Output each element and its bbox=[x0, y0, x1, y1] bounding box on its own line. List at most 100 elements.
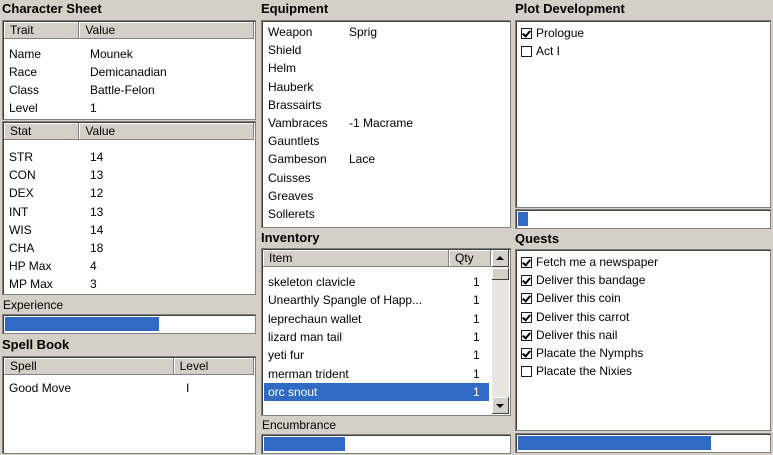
trait-name: Name bbox=[9, 47, 42, 61]
trait-column-header[interactable]: Trait bbox=[4, 22, 80, 39]
equipment-list[interactable]: Weapon Sprig Shield Helm Hauberk Brassairts Va… bbox=[261, 20, 511, 228]
inventory-item-name: yeti fur bbox=[268, 348, 305, 363]
stat-name: HP Max bbox=[9, 259, 52, 274]
stat-column-header[interactable]: Stat bbox=[4, 123, 80, 140]
quest-item[interactable]: Fetch me a newspaper bbox=[521, 253, 658, 271]
stat-value: 14 bbox=[90, 150, 104, 164]
scroll-down-button[interactable] bbox=[492, 397, 509, 414]
quest-item-label: Placate the Nixies bbox=[536, 364, 633, 379]
quest-item[interactable]: Deliver this carrot bbox=[521, 308, 629, 326]
stat-name: CHA bbox=[9, 241, 35, 255]
checkbox-icon[interactable] bbox=[521, 28, 532, 39]
spell-row[interactable]: Good Move I bbox=[9, 379, 189, 397]
trait-name: Level bbox=[9, 101, 38, 115]
scroll-up-button[interactable] bbox=[492, 250, 509, 267]
inventory-item-qty: 1 bbox=[473, 293, 480, 308]
quest-item[interactable]: Deliver this nail bbox=[521, 326, 617, 344]
equipment-row[interactable]: Vambraces -1 Macrame bbox=[268, 114, 413, 132]
inventory-row[interactable]: leprechaun wallet 1 bbox=[264, 310, 489, 328]
quests-title: Quests bbox=[515, 231, 560, 246]
level-column-header[interactable]: Level bbox=[173, 358, 254, 375]
quest-item-label: Deliver this carrot bbox=[536, 309, 630, 324]
inventory-row[interactable]: skeleton clavicle 1 bbox=[264, 273, 489, 291]
plot-title: Plot Development bbox=[515, 1, 625, 16]
inventory-row[interactable]: orc snout 1 bbox=[264, 382, 489, 401]
inventory-row[interactable]: Unearthly Spangle of Happ... 1 bbox=[264, 291, 489, 309]
quest-list[interactable]: Fetch me a newspaper Deliver this bandage… bbox=[515, 249, 771, 431]
spell-level: I bbox=[186, 381, 190, 395]
scroll-thumb[interactable] bbox=[492, 268, 509, 280]
quest-item[interactable]: Placate the Nixies bbox=[521, 362, 632, 380]
trait-row[interactable]: Name Mounek bbox=[9, 45, 133, 63]
equipment-item: -1 Macrame bbox=[349, 116, 414, 130]
inventory-row[interactable]: lizard man tail 1 bbox=[264, 328, 489, 346]
experience-bar bbox=[2, 314, 256, 334]
equipment-row[interactable]: Weapon Sprig bbox=[268, 23, 377, 41]
stat-row[interactable]: INT 13 bbox=[9, 203, 103, 221]
qty-column-header[interactable]: Qty bbox=[449, 250, 491, 267]
stat-row[interactable]: WIS 14 bbox=[9, 221, 103, 239]
plot-list[interactable]: Prologue Act I bbox=[515, 20, 771, 208]
equipment-row[interactable]: Helm bbox=[268, 59, 349, 77]
spell-list[interactable]: Spell Level Good Move I bbox=[2, 356, 256, 454]
inventory-row[interactable]: merman trident 1 bbox=[264, 365, 489, 383]
value-column-header[interactable]: Value bbox=[79, 22, 254, 39]
checkbox-icon[interactable] bbox=[521, 293, 532, 305]
item-column-header[interactable]: Item bbox=[263, 250, 449, 267]
equipment-title: Equipment bbox=[261, 1, 329, 16]
equipment-row[interactable]: Gambeson Lace bbox=[268, 150, 375, 168]
equipment-row[interactable]: Brassairts bbox=[268, 96, 349, 114]
stat-value: 13 bbox=[90, 168, 104, 183]
quest-item-label: Deliver this nail bbox=[536, 327, 618, 342]
trait-row[interactable]: Level 1 bbox=[9, 99, 97, 117]
equipment-row[interactable]: Cuisses bbox=[268, 169, 349, 187]
checkbox-icon[interactable] bbox=[521, 275, 532, 287]
quest-item[interactable]: Deliver this bandage bbox=[521, 271, 645, 289]
stat-row[interactable]: HP Max 4 bbox=[9, 257, 97, 275]
stat-value: 12 bbox=[90, 186, 104, 201]
spell-column-header[interactable]: Spell bbox=[4, 358, 174, 375]
quest-progress-fill bbox=[518, 436, 711, 450]
checkbox-icon[interactable] bbox=[521, 329, 532, 341]
equipment-item: Lace bbox=[349, 152, 376, 167]
stat-name: INT bbox=[9, 204, 29, 219]
equipment-slot: Cuisses bbox=[268, 170, 311, 185]
equipment-row[interactable]: Gauntlets bbox=[268, 132, 349, 150]
inventory-list[interactable]: Item Qty skeleton clavicle 1 Unearthly Spa… bbox=[261, 248, 511, 416]
checkbox-icon[interactable] bbox=[521, 348, 532, 359]
checkbox-icon[interactable] bbox=[521, 46, 532, 57]
left-column: Character Sheet Trait Value Name Mounek Ra… bbox=[0, 0, 258, 454]
stat-row[interactable]: DEX 12 bbox=[9, 184, 103, 202]
checkbox-icon[interactable] bbox=[521, 257, 532, 268]
inventory-item-qty: 1 bbox=[473, 366, 480, 381]
equipment-slot: Vambraces bbox=[268, 116, 328, 130]
stats-list[interactable]: Stat Value STR 14 CON 13 DEX 12 INT 13 WIS 14 CHA 1… bbox=[2, 121, 256, 295]
inventory-item-name: skeleton clavicle bbox=[268, 275, 356, 289]
equipment-row[interactable]: Sollerets bbox=[268, 205, 349, 223]
equipment-row[interactable]: Hauberk bbox=[268, 78, 349, 96]
checkbox-icon[interactable] bbox=[521, 311, 532, 323]
plot-progress-bar bbox=[515, 209, 771, 229]
trait-row[interactable]: Race Demicanadian bbox=[9, 63, 167, 81]
plot-act[interactable]: Act I bbox=[521, 42, 560, 60]
equipment-row[interactable]: Shield bbox=[268, 41, 349, 59]
stat-row[interactable]: MP Max 3 bbox=[9, 275, 97, 293]
trait-row[interactable]: Class Battle-Felon bbox=[9, 81, 155, 99]
stat-row[interactable]: CON 13 bbox=[9, 166, 103, 184]
inventory-row[interactable]: yeti fur 1 bbox=[264, 346, 489, 364]
equipment-row[interactable]: Greaves bbox=[268, 187, 349, 205]
stat-value-column-header[interactable]: Value bbox=[79, 123, 254, 140]
stat-name: CON bbox=[9, 168, 36, 183]
inventory-item-qty: 1 bbox=[473, 311, 480, 326]
inventory-item-name: merman trident bbox=[268, 366, 349, 381]
checkbox-icon[interactable] bbox=[521, 366, 532, 378]
stat-row[interactable]: STR 14 bbox=[9, 148, 103, 166]
quest-item[interactable]: Placate the Nymphs bbox=[521, 344, 643, 362]
quest-item[interactable]: Deliver this coin bbox=[521, 289, 621, 307]
stat-row[interactable]: CHA 18 bbox=[9, 239, 103, 257]
traits-list[interactable]: Trait Value Name Mounek Race Demicanadian Cl… bbox=[2, 20, 256, 120]
stat-name: STR bbox=[9, 150, 33, 164]
plot-act-label: Act I bbox=[536, 44, 561, 58]
plot-act[interactable]: Prologue bbox=[521, 24, 584, 42]
inventory-scrollbar[interactable] bbox=[492, 250, 509, 414]
